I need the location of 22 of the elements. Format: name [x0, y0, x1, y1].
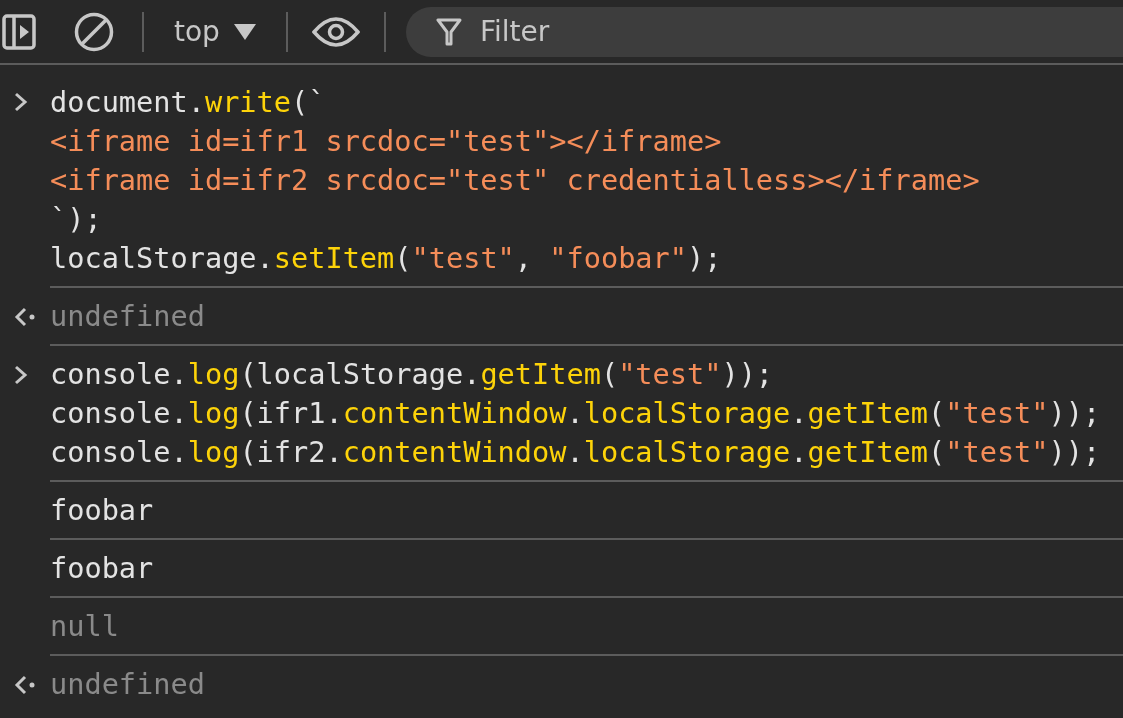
code-line: document.write(`	[50, 84, 326, 121]
caret-icon	[233, 23, 256, 40]
log-message: foobar	[50, 492, 154, 529]
result-value: undefined	[50, 298, 205, 335]
prompt-chevron-icon	[14, 365, 28, 385]
code-line: console.log(localStorage.getItem("test"));	[50, 356, 774, 393]
sidebar-toggle-icon[interactable]	[2, 13, 36, 50]
filter-icon	[435, 17, 462, 46]
context-selector[interactable]: top	[174, 15, 256, 48]
clear-console-icon[interactable]	[74, 11, 114, 52]
eye-icon[interactable]	[311, 15, 360, 48]
prompt-chevron-icon	[14, 92, 28, 112]
log-message: foobar	[50, 550, 154, 587]
code-line: `);	[50, 201, 102, 238]
log-message: null	[50, 608, 119, 645]
code-line: localStorage.setItem("test", "foobar");	[50, 240, 722, 277]
result-value: undefined	[50, 666, 205, 703]
code-line: console.log(ifr1.contentWindow.localStorage.getItem("test"));	[50, 395, 1101, 432]
code-line: <iframe id=ifr2 srcdoc="test" credentialless></iframe>	[50, 162, 980, 199]
code-line: <iframe id=ifr1 srcdoc="test"></iframe>	[50, 123, 722, 160]
filter-field[interactable]: Filter	[405, 6, 1123, 57]
code-line: console.log(ifr2.contentWindow.localStorage.getItem("test"));	[50, 434, 1101, 471]
